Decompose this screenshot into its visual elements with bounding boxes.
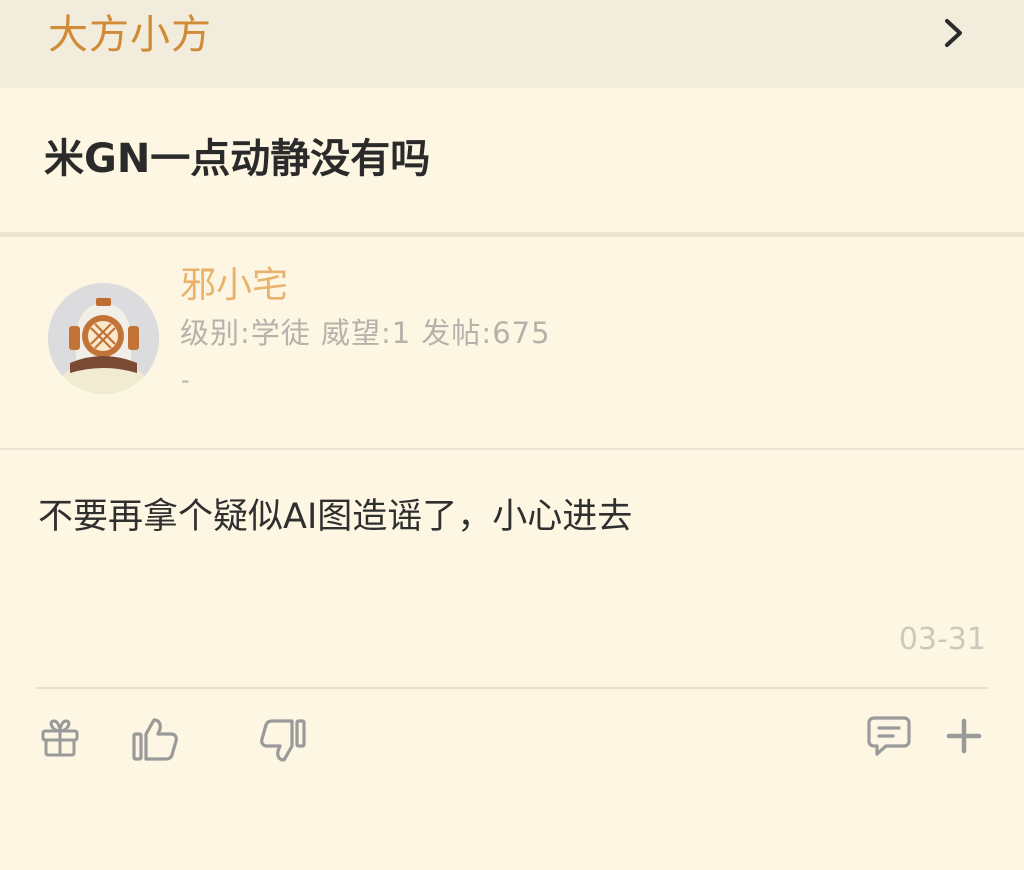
post-body: 不要再拿个疑似AI图造谣了，小心进去 [38,497,633,537]
gift-icon[interactable] [38,716,82,760]
post-title-section: 米GN一点动静没有吗 [0,88,1024,232]
comment-icon[interactable] [866,714,912,758]
post-title: 米GN一点动静没有吗 [44,136,431,182]
top-bar: 大方小方 [0,0,1024,88]
author-divider [0,448,1024,450]
action-divider [36,687,988,689]
plus-icon[interactable] [944,716,984,756]
username[interactable]: 邪小宅 [180,263,288,309]
user-stats: 级别:学徒 威望:1 发帖:675 [180,316,551,350]
post-date: 03-31 [898,622,986,657]
diving-helmet-avatar [48,283,159,394]
thumbs-up-icon[interactable] [130,714,180,764]
chevron-right-icon[interactable] [938,14,968,52]
thumbs-down-icon[interactable] [258,716,308,766]
author-info: 邪小宅 级别:学徒 威望:1 发帖:675 - [0,237,1024,448]
forum-name[interactable]: 大方小方 [48,9,212,61]
user-signature: - [181,366,190,394]
avatar[interactable] [48,283,159,394]
